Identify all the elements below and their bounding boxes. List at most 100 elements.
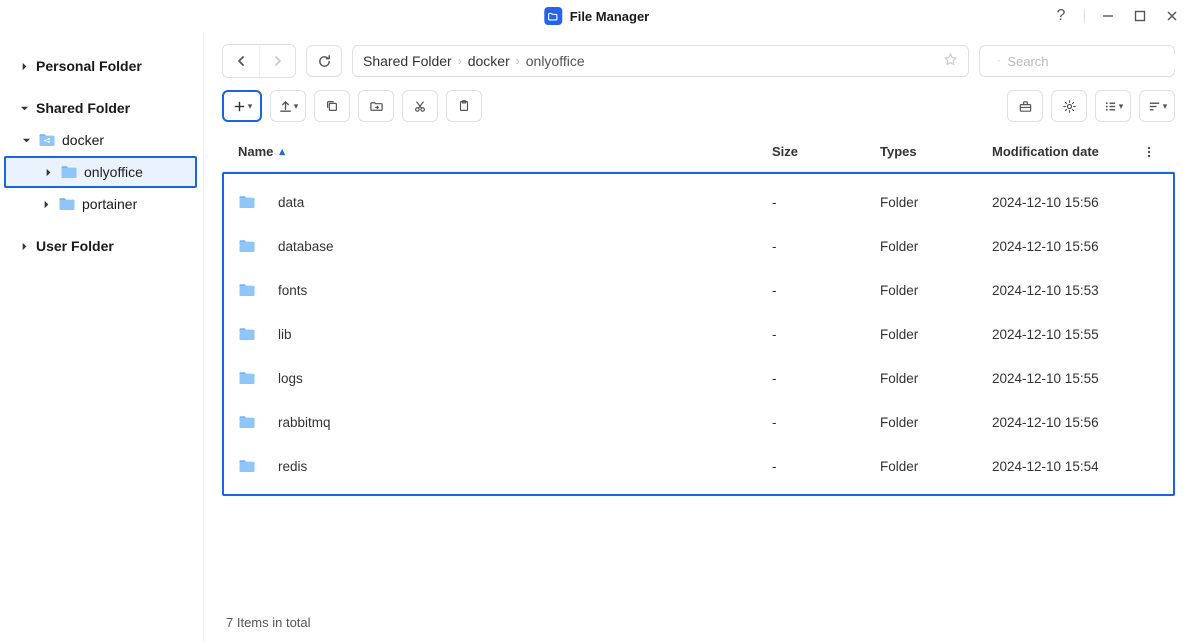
move-button[interactable] [358,90,394,122]
chevron-right-icon: › [516,54,520,68]
table-row[interactable]: redis-Folder2024-12-10 15:54 [224,444,1173,488]
file-name: fonts [278,283,307,298]
table-row[interactable]: database -Folder2024-12-10 15:56 [224,224,1173,268]
nav-back-button[interactable] [223,45,259,77]
file-name: lib [278,327,292,342]
nav-forward-button[interactable] [259,45,295,77]
file-size: - [772,327,880,342]
sort-button[interactable]: ▾ [1139,90,1175,122]
search-box[interactable]: · [979,45,1175,77]
file-size: - [772,283,880,298]
file-type: Folder [880,283,992,298]
file-size: - [772,195,880,210]
copy-button[interactable] [314,90,350,122]
file-date: 2024-12-10 15:56 [992,239,1139,254]
file-type: Folder [880,195,992,210]
chevron-right-icon[interactable] [18,242,30,251]
table-row[interactable]: rabbitmq -Folder2024-12-10 15:56 [224,400,1173,444]
breadcrumb-item[interactable]: onlyoffice [526,53,585,69]
title-center: File Manager [544,7,649,25]
header-types[interactable]: Types [880,144,992,159]
header-date[interactable]: Modification date [992,144,1139,159]
file-name: data [278,195,304,210]
folder-icon [238,369,260,387]
breadcrumb-item[interactable]: Shared Folder [363,53,452,69]
sidebar-item-shared-folder[interactable]: Shared Folder [0,92,203,124]
folder-icon [60,164,78,180]
new-button[interactable]: ▾ [222,90,262,122]
folder-icon [38,132,56,148]
sidebar-item-onlyoffice[interactable]: onlyoffice [4,156,197,188]
upload-button[interactable]: ▾ [270,90,306,122]
table-header: Name ▴ Size Types Modification date [222,132,1175,172]
app-icon [544,7,562,25]
chevron-down-icon[interactable] [20,136,32,145]
file-size: - [772,415,880,430]
table-row[interactable]: data -Folder2024-12-10 15:56 [224,180,1173,224]
file-type: Folder [880,239,992,254]
file-date: 2024-12-10 15:53 [992,283,1139,298]
nav-group [222,44,296,78]
file-name: rabbitmq [278,415,331,430]
file-type: Folder [880,415,992,430]
reload-button[interactable] [306,45,342,77]
file-date: 2024-12-10 15:55 [992,327,1139,342]
chevron-right-icon[interactable] [42,168,54,177]
sidebar-item-personal-folder[interactable]: Personal Folder [0,50,203,82]
sidebar: Personal Folder Shared Folder docker onlyof… [0,32,204,642]
titlebar: File Manager ? [0,0,1193,32]
header-size[interactable]: Size [772,144,880,159]
top-toolbar: Shared Folder › docker › onlyoffice · [222,44,1175,78]
file-type: Folder [880,459,992,474]
maximize-button[interactable] [1131,7,1149,25]
view-mode-button[interactable]: ▾ [1095,90,1131,122]
help-button[interactable]: ? [1052,7,1070,25]
file-list: data-Folder2024-12-10 15:56database-Fold… [222,172,1175,496]
sidebar-item-portainer[interactable]: portainer [0,188,203,220]
sidebar-item-label: portainer [82,196,137,212]
table-row[interactable]: logs-Folder2024-12-10 15:55 [224,356,1173,400]
file-date: 2024-12-10 15:56 [992,415,1139,430]
breadcrumb: Shared Folder › docker › onlyoffice [352,45,969,77]
folder-icon [238,325,260,343]
sidebar-item-user-folder[interactable]: User Folder [0,230,203,262]
cut-button[interactable] [402,90,438,122]
file-date: 2024-12-10 15:54 [992,459,1139,474]
minimize-button[interactable] [1099,7,1117,25]
close-button[interactable] [1163,7,1181,25]
file-date: 2024-12-10 15:55 [992,371,1139,386]
paste-button[interactable] [446,90,482,122]
sort-indicator-icon: ▴ [279,145,285,158]
table-row[interactable]: lib-Folder2024-12-10 15:55 [224,312,1173,356]
chevron-right-icon[interactable] [40,200,52,209]
app-title: File Manager [570,9,649,24]
header-more-button[interactable] [1139,145,1159,159]
sidebar-item-label: onlyoffice [84,164,143,180]
window-controls: ? [1052,7,1181,25]
action-toolbar: ▾ ▾ [222,90,1175,122]
folder-icon [238,457,260,475]
toolbox-button[interactable] [1007,90,1043,122]
breadcrumb-item[interactable]: docker [468,53,510,69]
search-separator: · [996,52,1001,70]
file-size: - [772,239,880,254]
file-size: - [772,459,880,474]
folder-icon [238,413,260,431]
chevron-right-icon[interactable] [18,62,30,71]
sidebar-item-label: Shared Folder [36,100,130,116]
folder-icon [238,281,260,299]
header-name-label: Name [238,144,273,159]
status-footer: 7 Items in total [222,603,1175,642]
settings-button[interactable] [1051,90,1087,122]
header-name[interactable]: Name ▴ [238,144,772,159]
chevron-right-icon: › [458,54,462,68]
file-date: 2024-12-10 15:56 [992,195,1139,210]
search-input[interactable] [1007,54,1183,69]
divider [1084,9,1085,23]
file-name: database [278,239,334,254]
table-row[interactable]: fonts -Folder2024-12-10 15:53 [224,268,1173,312]
chevron-down-icon[interactable] [18,104,30,113]
sidebar-item-docker[interactable]: docker [0,124,203,156]
file-size: - [772,371,880,386]
favorite-button[interactable] [943,52,958,70]
